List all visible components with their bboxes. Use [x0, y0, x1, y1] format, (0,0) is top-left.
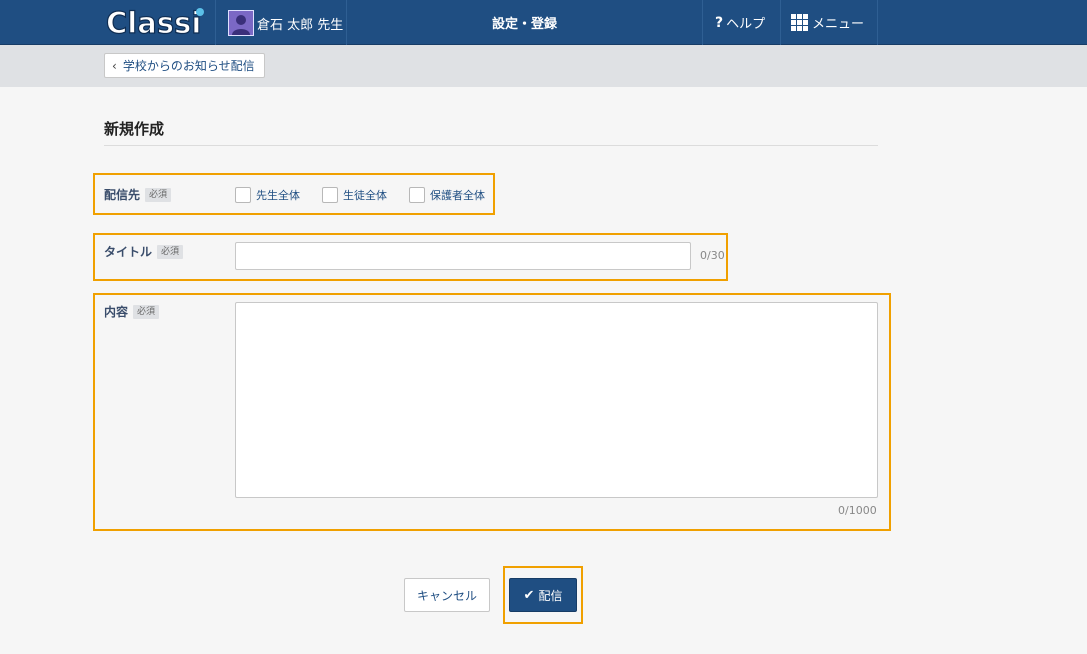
recipients-label: 配信先 必須 [104, 186, 172, 203]
grid-icon [791, 14, 808, 31]
help-label: ヘルプ [726, 17, 766, 32]
top-header: Classi 倉石 太郎 先生 設定・登録 ? ヘルプ メニュー [0, 0, 1087, 45]
title-input[interactable] [235, 242, 691, 270]
page-header-title: 設定・登録 [491, 17, 557, 32]
user-profile[interactable]: 倉石 太郎 先生 [228, 8, 343, 38]
required-badge: 必須 [145, 187, 172, 202]
cancel-button[interactable]: キャンセル [404, 578, 490, 612]
header-divider [702, 0, 703, 45]
checkbox-teachers[interactable]: 先生全体 [235, 187, 300, 203]
avatar [228, 10, 254, 36]
check-icon: ✔ [523, 587, 535, 603]
header-divider [780, 0, 781, 45]
title-label-text: タイトル [104, 245, 153, 259]
checkbox-box[interactable] [322, 187, 338, 203]
chevron-left-icon: ‹ [112, 58, 117, 73]
checkbox-students[interactable]: 生徒全体 [322, 187, 387, 203]
body-label-text: 内容 [104, 305, 129, 319]
checkbox-box[interactable] [235, 187, 251, 203]
menu-label: メニュー [812, 17, 865, 32]
logo-text: Classi [106, 6, 201, 40]
menu-button[interactable]: メニュー [791, 0, 864, 45]
body-textarea[interactable] [235, 302, 878, 498]
divider [104, 145, 878, 146]
send-label: 配信 [538, 588, 563, 603]
user-name: 倉石 太郎 先生 [257, 17, 344, 33]
checkbox-label: 保護者全体 [430, 189, 485, 202]
header-divider [215, 0, 216, 45]
classi-logo[interactable]: Classi [104, 3, 210, 43]
recipients-checkbox-group: 先生全体 生徒全体 保護者全体 [235, 187, 507, 203]
checkbox-guardians[interactable]: 保護者全体 [409, 187, 485, 203]
required-badge: 必須 [133, 304, 160, 319]
checkbox-box[interactable] [409, 187, 425, 203]
required-badge: 必須 [157, 244, 184, 259]
page-title: 新規作成 [104, 120, 165, 138]
checkbox-label: 先生全体 [256, 189, 300, 202]
send-button[interactable]: ✔ 配信 [509, 578, 577, 612]
sub-navigation-bar: ‹ 学校からのお知らせ配信 [0, 45, 1087, 87]
question-icon: ? [715, 14, 724, 31]
back-label: 学校からのお知らせ配信 [122, 59, 255, 73]
title-label: タイトル 必須 [104, 243, 184, 260]
person-icon [232, 15, 250, 35]
body-label: 内容 必須 [104, 303, 160, 320]
title-char-counter: 0/30 [700, 249, 725, 262]
help-button[interactable]: ? ヘルプ [715, 0, 765, 45]
body-char-counter: 0/1000 [838, 504, 877, 517]
back-button[interactable]: ‹ 学校からのお知らせ配信 [104, 53, 265, 78]
header-divider [877, 0, 878, 45]
checkbox-label: 生徒全体 [343, 189, 387, 202]
recipients-label-text: 配信先 [104, 188, 141, 202]
